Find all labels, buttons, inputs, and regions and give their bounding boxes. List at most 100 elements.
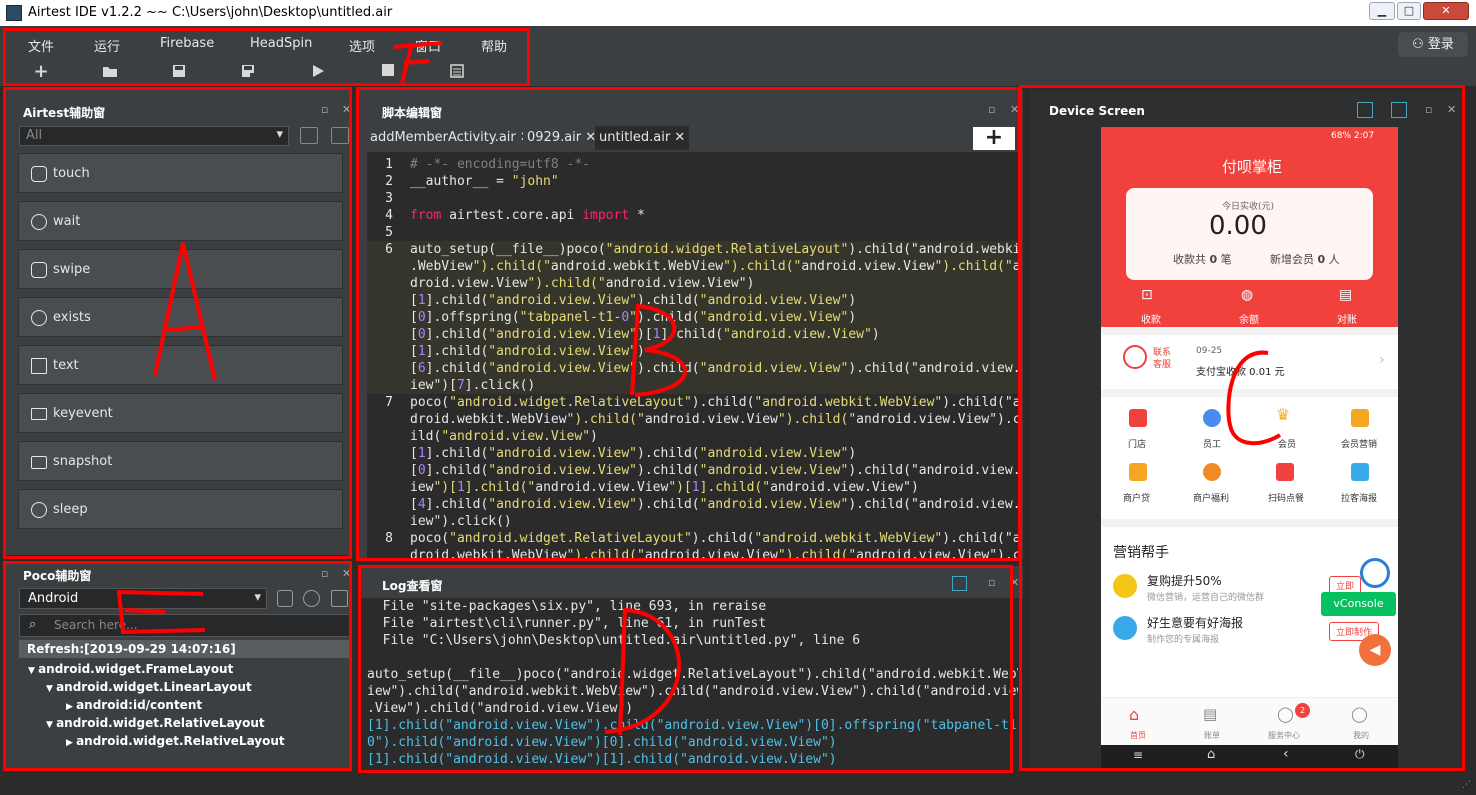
login-button[interactable]: ⚇ 登录 [1398,32,1468,57]
save-icon[interactable] [171,64,187,80]
code-editor[interactable]: 1 # -*- encoding=utf8 -*- 2 __author__ = "j… [367,152,1018,559]
code-line[interactable]: iew").click() [367,513,1018,530]
minimize-button[interactable]: ▁ [1369,2,1395,20]
tree-node[interactable]: ▼ android.widget.FrameLayout [28,662,233,676]
record-icon[interactable] [300,127,318,144]
menu-firebase[interactable]: Firebase [160,36,214,51]
code-line[interactable]: 2 __author__ = "john" [367,173,1018,190]
grid-member-marketing[interactable]: 会员营销 [1341,437,1377,450]
wait-button[interactable]: wait [18,201,343,241]
play-icon[interactable] [310,64,326,80]
settings-icon[interactable] [331,127,349,144]
layout-icon[interactable] [1357,102,1373,118]
code-line[interactable]: 3 [367,190,1018,207]
tools-icon[interactable] [1391,102,1407,118]
float-icon[interactable]: ▫ [1425,103,1432,116]
android-home-icon[interactable]: ⌂ [1207,747,1215,762]
keyevent-button[interactable]: keyevent [18,393,343,433]
menu-run[interactable]: 运行 [94,36,120,55]
action-balance[interactable]: 余额 [1239,311,1259,326]
close-icon[interactable]: ✕ [1447,103,1456,116]
log-icon[interactable] [449,64,465,80]
vconsole-button[interactable]: vConsole [1321,592,1396,616]
code-line[interactable]: droid.webkit.WebView").child("android.vi… [367,547,1018,559]
resize-grip-icon[interactable]: ⋰ [1462,780,1471,790]
menu-headspin[interactable]: HeadSpin [250,36,312,51]
close-icon[interactable]: ✕ [1010,103,1019,116]
float-icon[interactable]: ▫ [988,103,995,116]
code-line[interactable]: iew")[1].child("android.view.View")[1].c… [367,479,1018,496]
customer-service-label[interactable]: 联系客服 [1153,347,1175,371]
log-output[interactable]: File "site-packages\six.py", line 693, i… [367,598,1018,770]
grid-scan-order[interactable]: 扫码点餐 [1268,491,1304,504]
nav-mine[interactable]: 我的 [1353,730,1369,741]
code-line[interactable]: 5 [367,224,1018,241]
float-icon[interactable]: ▫ [321,103,328,116]
float-icon[interactable]: ▫ [321,567,328,580]
menu-options[interactable]: 选项 [349,36,375,55]
code-line[interactable]: [1].child("android.view.View").child("an… [367,292,1018,309]
code-line[interactable]: 8 poco("android.widget.RelativeLayout").c… [367,530,1018,547]
text-button[interactable]: text [18,345,343,385]
tab-0929[interactable]: 0929.air ✕ [523,126,601,150]
inspect-icon[interactable] [331,590,348,607]
close-button[interactable]: ✕ [1423,2,1469,20]
code-line[interactable]: [4].child("android.view.View").child("an… [367,496,1018,513]
add-tab-button[interactable]: + [973,127,1015,150]
tab-untitled[interactable]: untitled.air ✕ [595,126,690,150]
code-line[interactable]: [0].child("android.view.View").child("an… [367,462,1018,479]
code-line[interactable]: droid.view.View").child("android.view.Vi… [367,275,1018,292]
close-icon[interactable]: ✕ [674,130,685,145]
code-line[interactable]: 4 from airtest.core.api import * [367,207,1018,224]
maximize-button[interactable]: □ [1397,2,1421,20]
close-icon[interactable]: ✕ [1010,576,1019,589]
close-icon[interactable]: ✕ [342,567,351,580]
code-line[interactable]: 1 # -*- encoding=utf8 -*- [367,156,1018,173]
code-line[interactable]: ild("android.view.View") [367,428,1018,445]
nav-bill[interactable]: 账单 [1204,730,1220,741]
new-icon[interactable]: + [33,63,49,81]
grid-staff[interactable]: 员工 [1203,437,1221,450]
code-line[interactable]: iew")[7].click() [367,377,1018,394]
stop-icon[interactable] [380,64,396,80]
code-line[interactable]: 6 auto_setup(__file__)poco("android.widge… [367,241,1018,258]
exists-button[interactable]: exists [18,297,343,337]
tree-node[interactable]: ▼ android.widget.RelativeLayout [46,716,265,730]
close-icon[interactable]: ✕ [342,103,351,116]
tree-node[interactable]: ▶ android:id/content [66,698,202,712]
sleep-button[interactable]: sleep [18,489,343,529]
code-line[interactable]: 7 poco("android.widget.RelativeLayout").c… [367,394,1018,411]
grid-merchant-loan[interactable]: 商户贷 [1123,491,1150,504]
power-icon[interactable]: ⏻ [1355,747,1365,762]
swipe-button[interactable]: swipe [18,249,343,289]
code-line[interactable]: [0].child("android.view.View")[1].child(… [367,326,1018,343]
action-reconcile[interactable]: 对账 [1337,311,1357,326]
tree-node[interactable]: ▼ android.widget.LinearLayout [46,680,252,694]
grid-member[interactable]: 会员 [1278,437,1296,450]
poco-search-input[interactable]: ⌕ Search here... [19,614,350,637]
tree-node[interactable]: ▶ android.widget.RelativeLayout [66,734,285,748]
float-icon[interactable]: ▫ [988,576,995,589]
code-line[interactable]: [1].child("android.view.View") [367,343,1018,360]
menu-file[interactable]: 文件 [28,36,54,55]
snapshot-button[interactable]: snapshot [18,441,343,481]
grid-store[interactable]: 门店 [1128,437,1146,450]
float-widget-icon[interactable] [1360,558,1390,588]
tab-addmemberactivity[interactable]: addMemberActivity.air ✕ [366,126,535,150]
refresh-icon[interactable] [303,590,320,607]
code-line[interactable]: .WebView").child("android.webkit.WebView… [367,258,1018,275]
code-line[interactable]: [0].offspring("tabpanel-t1-0").child("an… [367,309,1018,326]
action-collect[interactable]: 收款 [1141,311,1161,326]
save-as-icon[interactable] [240,64,256,80]
back-icon[interactable]: ‹ [1283,746,1289,762]
menu-window[interactable]: 窗口 [415,36,441,55]
notice-text[interactable]: 支付宝收款 0.01 元 [1196,363,1285,378]
nav-service[interactable]: 服务中心 [1268,730,1300,741]
touch-button[interactable]: touch [18,153,343,193]
grid-poster[interactable]: 拉客海报 [1341,491,1377,504]
lock-icon[interactable] [277,590,293,607]
nav-home[interactable]: 首页 [1130,730,1146,741]
code-line[interactable]: [1].child("android.view.View").child("an… [367,445,1018,462]
code-line[interactable]: [6].child("android.view.View").child("an… [367,360,1018,377]
speaker-icon[interactable]: ◀ [1359,634,1391,666]
